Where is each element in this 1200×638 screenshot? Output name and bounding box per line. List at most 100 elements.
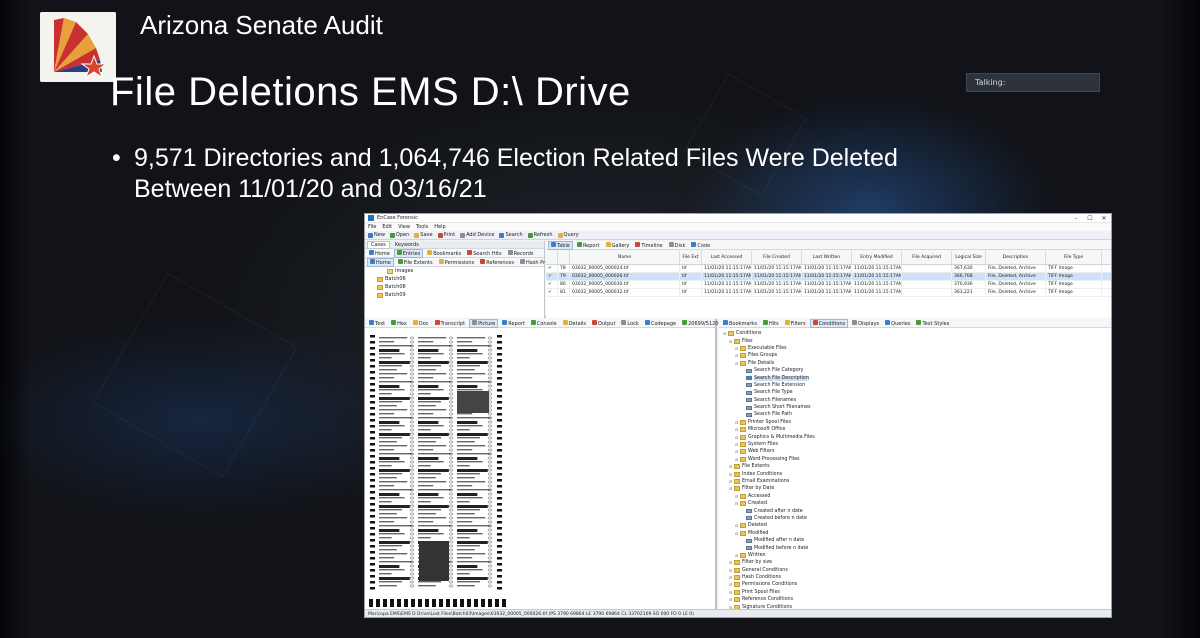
tab-details[interactable]: Details <box>561 319 588 327</box>
tab-text-styles[interactable]: Text Styles <box>914 319 951 327</box>
column-header-entry-modified[interactable]: Entry Modified <box>852 250 902 264</box>
condition-file-details[interactable]: ⊟ File Details <box>723 360 1103 367</box>
tab-disk[interactable]: Disk <box>667 241 688 249</box>
menu-help[interactable]: Help <box>434 224 445 230</box>
column-header-file-ext[interactable]: File Ext <box>680 250 702 264</box>
tab-search-hits[interactable]: Search Hits <box>465 249 503 257</box>
column-header-file-created[interactable]: File Created <box>752 250 802 264</box>
condition-search-short-filenames[interactable]: Search Short Filenames <box>723 404 1103 411</box>
tab-queries[interactable]: Queries <box>883 319 912 327</box>
column-header-col0[interactable] <box>546 250 558 264</box>
column-header-file-acquired[interactable]: File Acquired <box>902 250 952 264</box>
tab-transcript[interactable]: Transcript <box>433 319 468 327</box>
column-header-last-written[interactable]: Last Written <box>802 250 852 264</box>
tab-displays[interactable]: Displays <box>850 319 881 327</box>
tab-conditions[interactable]: Conditions <box>809 318 849 328</box>
menu-view[interactable]: View <box>398 224 410 230</box>
tab-filters[interactable]: Filters <box>783 319 808 327</box>
condition-system-files[interactable]: ⊟ System Files <box>723 441 1103 448</box>
tree-node-images[interactable]: Images <box>375 267 544 275</box>
condition-permissions-conditions[interactable]: ⊟ Permissions Conditions <box>723 581 1103 588</box>
tab-text[interactable]: Text <box>367 319 387 327</box>
add-device-button[interactable]: Add Device <box>460 232 494 238</box>
search-button[interactable]: Search <box>499 232 523 238</box>
tab-home[interactable]: Home <box>367 249 392 257</box>
tab-entries[interactable]: Entries <box>393 248 424 258</box>
tab-picture[interactable]: Picture <box>469 318 499 328</box>
tab-hash-pr[interactable]: Hash Pr <box>518 258 547 266</box>
close-button[interactable]: ✕ <box>1097 215 1111 222</box>
condition-general-conditions[interactable]: ⊟ General Conditions <box>723 567 1103 574</box>
tab-home[interactable]: Home <box>367 257 394 267</box>
tab-references[interactable]: References <box>478 258 516 266</box>
tab-output[interactable]: Output <box>590 319 617 327</box>
tab-gallery[interactable]: Gallery <box>604 241 632 249</box>
print-button[interactable]: Print <box>437 232 455 238</box>
condition-search-file-type[interactable]: Search File Type <box>723 389 1103 396</box>
condition-created-after-n-date[interactable]: Created after n date <box>723 507 1103 514</box>
tab-hex[interactable]: Hex <box>389 319 409 327</box>
condition-index-conditions[interactable]: ⊟ Index Conditions <box>723 470 1103 477</box>
condition-modified[interactable]: ⊟ Modified <box>723 530 1103 537</box>
tab-code[interactable]: Code <box>689 241 712 249</box>
table-row[interactable]: ✔ 79 03032_00005_000026.tif tif 11/01/20 11:… <box>546 273 1111 281</box>
condition-printer-spool-files[interactable]: ⊟ Printer Spool Files <box>723 419 1103 426</box>
condition-search-file-category[interactable]: Search File Category <box>723 367 1103 374</box>
column-header-file-type[interactable]: File Type <box>1046 250 1102 264</box>
refresh-button[interactable]: Refresh <box>527 232 553 238</box>
menu-tools[interactable]: Tools <box>416 224 428 230</box>
table-row[interactable]: ✔ 81 03032_00005_000032.tif tif 11/01/20 11:… <box>546 289 1111 297</box>
condition-created-before-n-date[interactable]: Created before n date <box>723 515 1103 522</box>
condition-search-filenames[interactable]: Search Filenames <box>723 397 1103 404</box>
table-row[interactable]: ✔ 78 03032_00005_000024.tif tif 11/01/20 11:… <box>546 265 1111 273</box>
condition-executable-files[interactable]: ⊟ Executable Files <box>723 345 1103 352</box>
tree-node-batch08[interactable]: Batch08 <box>375 283 544 291</box>
condition-file-extents[interactable]: ⊟ File Extents <box>723 463 1103 470</box>
condition-print-spool-files[interactable]: ⊟ Print Spool Files <box>723 589 1103 596</box>
condition-search-file-description[interactable]: Search File Description <box>723 374 1103 381</box>
column-header-logical-size[interactable]: Logical Size <box>952 250 986 264</box>
tab-records[interactable]: Records <box>506 249 536 257</box>
tab-timeline[interactable]: Timeline <box>633 241 664 249</box>
condition-files[interactable]: ⊟ Files <box>723 337 1103 344</box>
query-button[interactable]: Query <box>557 232 579 238</box>
open-button[interactable]: Open <box>389 232 409 238</box>
maximize-button[interactable]: ☐ <box>1083 215 1097 222</box>
condition-email-examinations[interactable]: ⊟ Email Examinations <box>723 478 1103 485</box>
condition-web-filters[interactable]: ⊟ Web Filters <box>723 448 1103 455</box>
column-header-col1[interactable] <box>558 250 570 264</box>
tab-report[interactable]: Report <box>500 319 527 327</box>
tab-hits[interactable]: Hits <box>761 319 781 327</box>
tab-console[interactable]: Console <box>529 319 559 327</box>
tab-report[interactable]: Report <box>575 241 602 249</box>
tab-file-extents[interactable]: File Extents <box>396 258 435 266</box>
new-button[interactable]: New <box>368 232 385 238</box>
condition-deleted[interactable]: ⊟ Deleted <box>723 522 1103 529</box>
condition-word-processing-files[interactable]: ⊟ Word Processing Files <box>723 456 1103 463</box>
tab-bookmarks[interactable]: Bookmarks <box>425 249 463 257</box>
column-header-description[interactable]: Description <box>986 250 1046 264</box>
tab-doc[interactable]: Doc <box>411 319 431 327</box>
tab-codepage[interactable]: Codepage <box>643 319 678 327</box>
condition-written[interactable]: ⊟ Written <box>723 552 1103 559</box>
condition-search-file-path[interactable]: Search File Path <box>723 411 1103 418</box>
condition-modified-before-n-date[interactable]: Modified before n date <box>723 544 1103 551</box>
condition-conditions[interactable]: ⊟ Conditions <box>723 330 1103 337</box>
minimize-button[interactable]: – <box>1069 215 1083 222</box>
condition-accessed[interactable]: ⊟ Accessed <box>723 493 1103 500</box>
tab-permissions[interactable]: Permissions <box>437 258 477 266</box>
tree-node-batch06[interactable]: Batch06 <box>375 275 544 283</box>
condition-filter-by-size[interactable]: ⊟ Filter by size <box>723 559 1103 566</box>
table-row[interactable]: ✔ 80 03032_00005_000030.tif tif 11/01/20 11:… <box>546 281 1111 289</box>
column-header-last-accessed[interactable]: Last Accessed <box>702 250 752 264</box>
condition-graphics-multimedia-files[interactable]: ⊟ Graphics & Multimedia Files <box>723 433 1103 440</box>
condition-reference-conditions[interactable]: ⊟ Reference Conditions <box>723 596 1103 603</box>
condition-files-groups[interactable]: ⊟ Files Groups <box>723 352 1103 359</box>
tab-bookmarks[interactable]: Bookmarks <box>721 319 759 327</box>
save-button[interactable]: Save <box>414 232 433 238</box>
tab-keywords[interactable]: Keywords <box>392 242 422 248</box>
condition-filter-by-date[interactable]: ⊟ Filter by Date <box>723 485 1103 492</box>
tab-lock[interactable]: Lock <box>619 319 640 327</box>
condition-created[interactable]: ⊟ Created <box>723 500 1103 507</box>
condition-search-file-extension[interactable]: Search File Extension <box>723 382 1103 389</box>
